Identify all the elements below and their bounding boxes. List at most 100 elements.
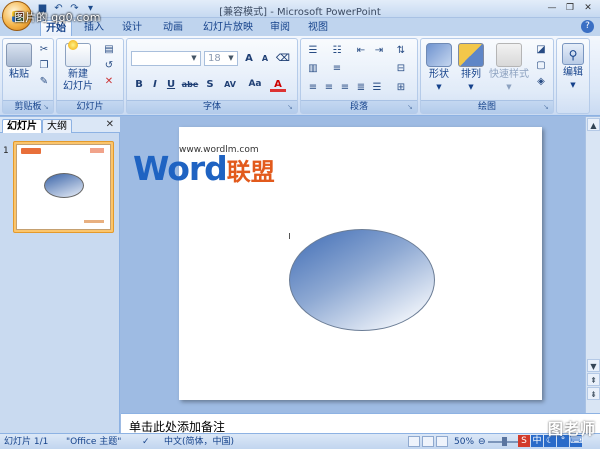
shadow-button[interactable]: S [202,77,218,92]
chevron-down-icon: ▼ [228,54,234,62]
reset-icon[interactable]: ↺ [101,59,117,73]
smartart-icon[interactable]: ⊞ [393,81,409,95]
shape-outline-icon[interactable]: ▢ [533,59,549,73]
grow-font-icon[interactable]: A [241,51,257,66]
shrink-font-icon[interactable]: A [257,51,273,66]
dialog-launcher-icon[interactable]: ↘ [287,103,295,111]
arrange-button[interactable]: 排列 ▼ [457,43,485,93]
next-slide-icon[interactable]: ⇟ [587,387,600,400]
shapes-button[interactable]: 形状 ▼ [425,43,453,93]
ime-cn-icon[interactable]: 中 [531,435,543,447]
thumbnail-logo-accent [90,148,104,153]
scroll-down-icon[interactable]: ▼ [587,359,600,372]
align-text-icon[interactable]: ⊟ [393,62,409,76]
new-slide-button[interactable]: 新建 幻灯片 [61,40,95,93]
change-case-button[interactable]: Aa [244,77,266,92]
slide-canvas[interactable]: www.wordlm.com Word联盟 [133,127,542,400]
overlay-url-watermark: 图片的 qq0.com [14,11,101,24]
window-controls: — ❐ ✕ [544,2,596,15]
zoom-level[interactable]: 50% [454,436,474,448]
increase-indent-icon[interactable]: ⇥ [371,44,387,58]
decrease-indent-icon[interactable]: ⇤ [353,44,369,58]
scroll-up-icon[interactable]: ▲ [587,118,600,131]
char-spacing-button[interactable]: AV [219,77,241,92]
quick-styles-button[interactable]: 快速样式 ▼ [487,43,531,93]
close-icon[interactable]: ✕ [106,119,114,131]
shape-fill-icon[interactable]: ◪ [533,43,549,57]
language-indicator[interactable]: 中文(简体，中国) [164,436,234,448]
clipboard-icon [6,43,32,67]
prev-slide-icon[interactable]: ⇞ [587,373,600,386]
numbering-icon[interactable]: ☷ [329,44,345,58]
tab-design[interactable]: 设计 [118,20,146,36]
format-painter-icon[interactable]: ✎ [36,75,52,89]
align-center-icon[interactable]: ≡ [321,81,337,95]
theme-name: "Office 主题" [66,437,122,447]
help-icon[interactable]: ? [581,20,594,33]
paste-label: 粘贴 [9,69,29,80]
font-name-combo[interactable]: ▼ [131,51,201,66]
tab-slides[interactable]: 幻灯片 [2,119,42,133]
edit-label: 编辑 [563,67,583,78]
edit-button[interactable]: ⚲ 编辑 ▼ [559,43,587,91]
tab-animation[interactable]: 动画 [158,20,188,36]
dialog-launcher-icon[interactable]: ↘ [43,103,51,111]
underline-button[interactable]: U [163,77,179,92]
new-slide-icon [65,40,91,67]
drawing-group: 形状 ▼ 排列 ▼ 快速样式 ▼ ◪ ▢ ◈ 绘图 ↘ [420,38,554,114]
justify-icon[interactable]: ≣ [353,81,369,95]
tab-outline[interactable]: 大纲 [42,119,72,133]
font-size-value: 18 [208,53,221,64]
zoom-slider-thumb[interactable] [502,437,507,446]
zoom-out-icon[interactable]: ⊖ [478,436,486,448]
slides-group: 新建 幻灯片 ▤ ↺ ✕ 幻灯片 [56,38,124,114]
dialog-launcher-icon[interactable]: ↘ [543,103,551,111]
spellcheck-icon[interactable]: ✓ [142,436,150,448]
ellipse-shape[interactable] [289,229,435,331]
slide-thumbnail[interactable] [13,141,114,233]
shape-effects-icon[interactable]: ◈ [533,75,549,89]
ime-s-icon[interactable]: S [518,435,530,447]
bold-button[interactable]: B [131,77,147,92]
distribute-icon[interactable]: ☰ [369,81,385,95]
clear-format-icon[interactable]: ⌫ [275,51,291,66]
line-spacing-icon[interactable]: ≡ [329,62,345,76]
tab-view[interactable]: 视图 [304,20,332,36]
panel-tabs: 幻灯片 大纲 ✕ [0,117,120,133]
font-size-combo[interactable]: 18 ▼ [204,51,238,66]
text-cursor [289,233,290,239]
ribbon: 粘贴 ✂ ❐ ✎ 剪贴板 ↘ 新建 幻灯片 ▤ ↺ ✕ 幻灯片 ▼ 18 ▼ A [0,36,600,116]
close-icon[interactable]: ✕ [580,2,596,15]
quick-styles-icon [496,43,522,67]
tab-slideshow[interactable]: 幻灯片放映 [200,20,256,36]
chevron-down-icon: ▼ [191,54,197,62]
normal-view-icon[interactable] [408,436,420,447]
strikethrough-button[interactable]: abe [180,77,200,92]
delete-slide-icon[interactable]: ✕ [101,75,117,89]
layout-icon[interactable]: ▤ [101,43,117,57]
paragraph-group: ☰ ☷ ⇤ ⇥ ⇅ ▥ ≡ ⊟ ≡ ≡ ≡ ≣ ☰ ⊞ 段落 ↘ [300,38,418,114]
text-direction-icon[interactable]: ⇅ [393,44,409,58]
font-group: ▼ 18 ▼ A A ⌫ B I U abe S AV Aa A 字体 ↘ [126,38,298,114]
thumbnail-canvas [16,144,111,230]
notes-pane[interactable]: 单击此处添加备注 [121,413,600,434]
italic-button[interactable]: I [147,77,163,92]
new-slide-label-1: 新建 [68,69,88,80]
cut-icon[interactable]: ✂ [36,43,52,57]
thumbnail-logo [21,148,41,154]
arrange-icon [458,43,484,67]
tab-review[interactable]: 审阅 [266,20,294,36]
bullets-icon[interactable]: ☰ [305,44,321,58]
align-left-icon[interactable]: ≡ [305,81,321,95]
maximize-icon[interactable]: ❐ [562,2,578,15]
sorter-view-icon[interactable] [422,436,434,447]
align-right-icon[interactable]: ≡ [337,81,353,95]
copy-icon[interactable]: ❐ [36,59,52,73]
columns-icon[interactable]: ▥ [305,62,321,76]
paste-button[interactable]: 粘贴 [6,43,32,81]
slideshow-view-icon[interactable] [436,436,448,447]
vertical-scrollbar[interactable]: ▲ ▼ ⇞ ⇟ [585,117,600,413]
font-color-icon[interactable]: A [270,77,286,92]
minimize-icon[interactable]: — [544,2,560,15]
dialog-launcher-icon[interactable]: ↘ [407,103,415,111]
